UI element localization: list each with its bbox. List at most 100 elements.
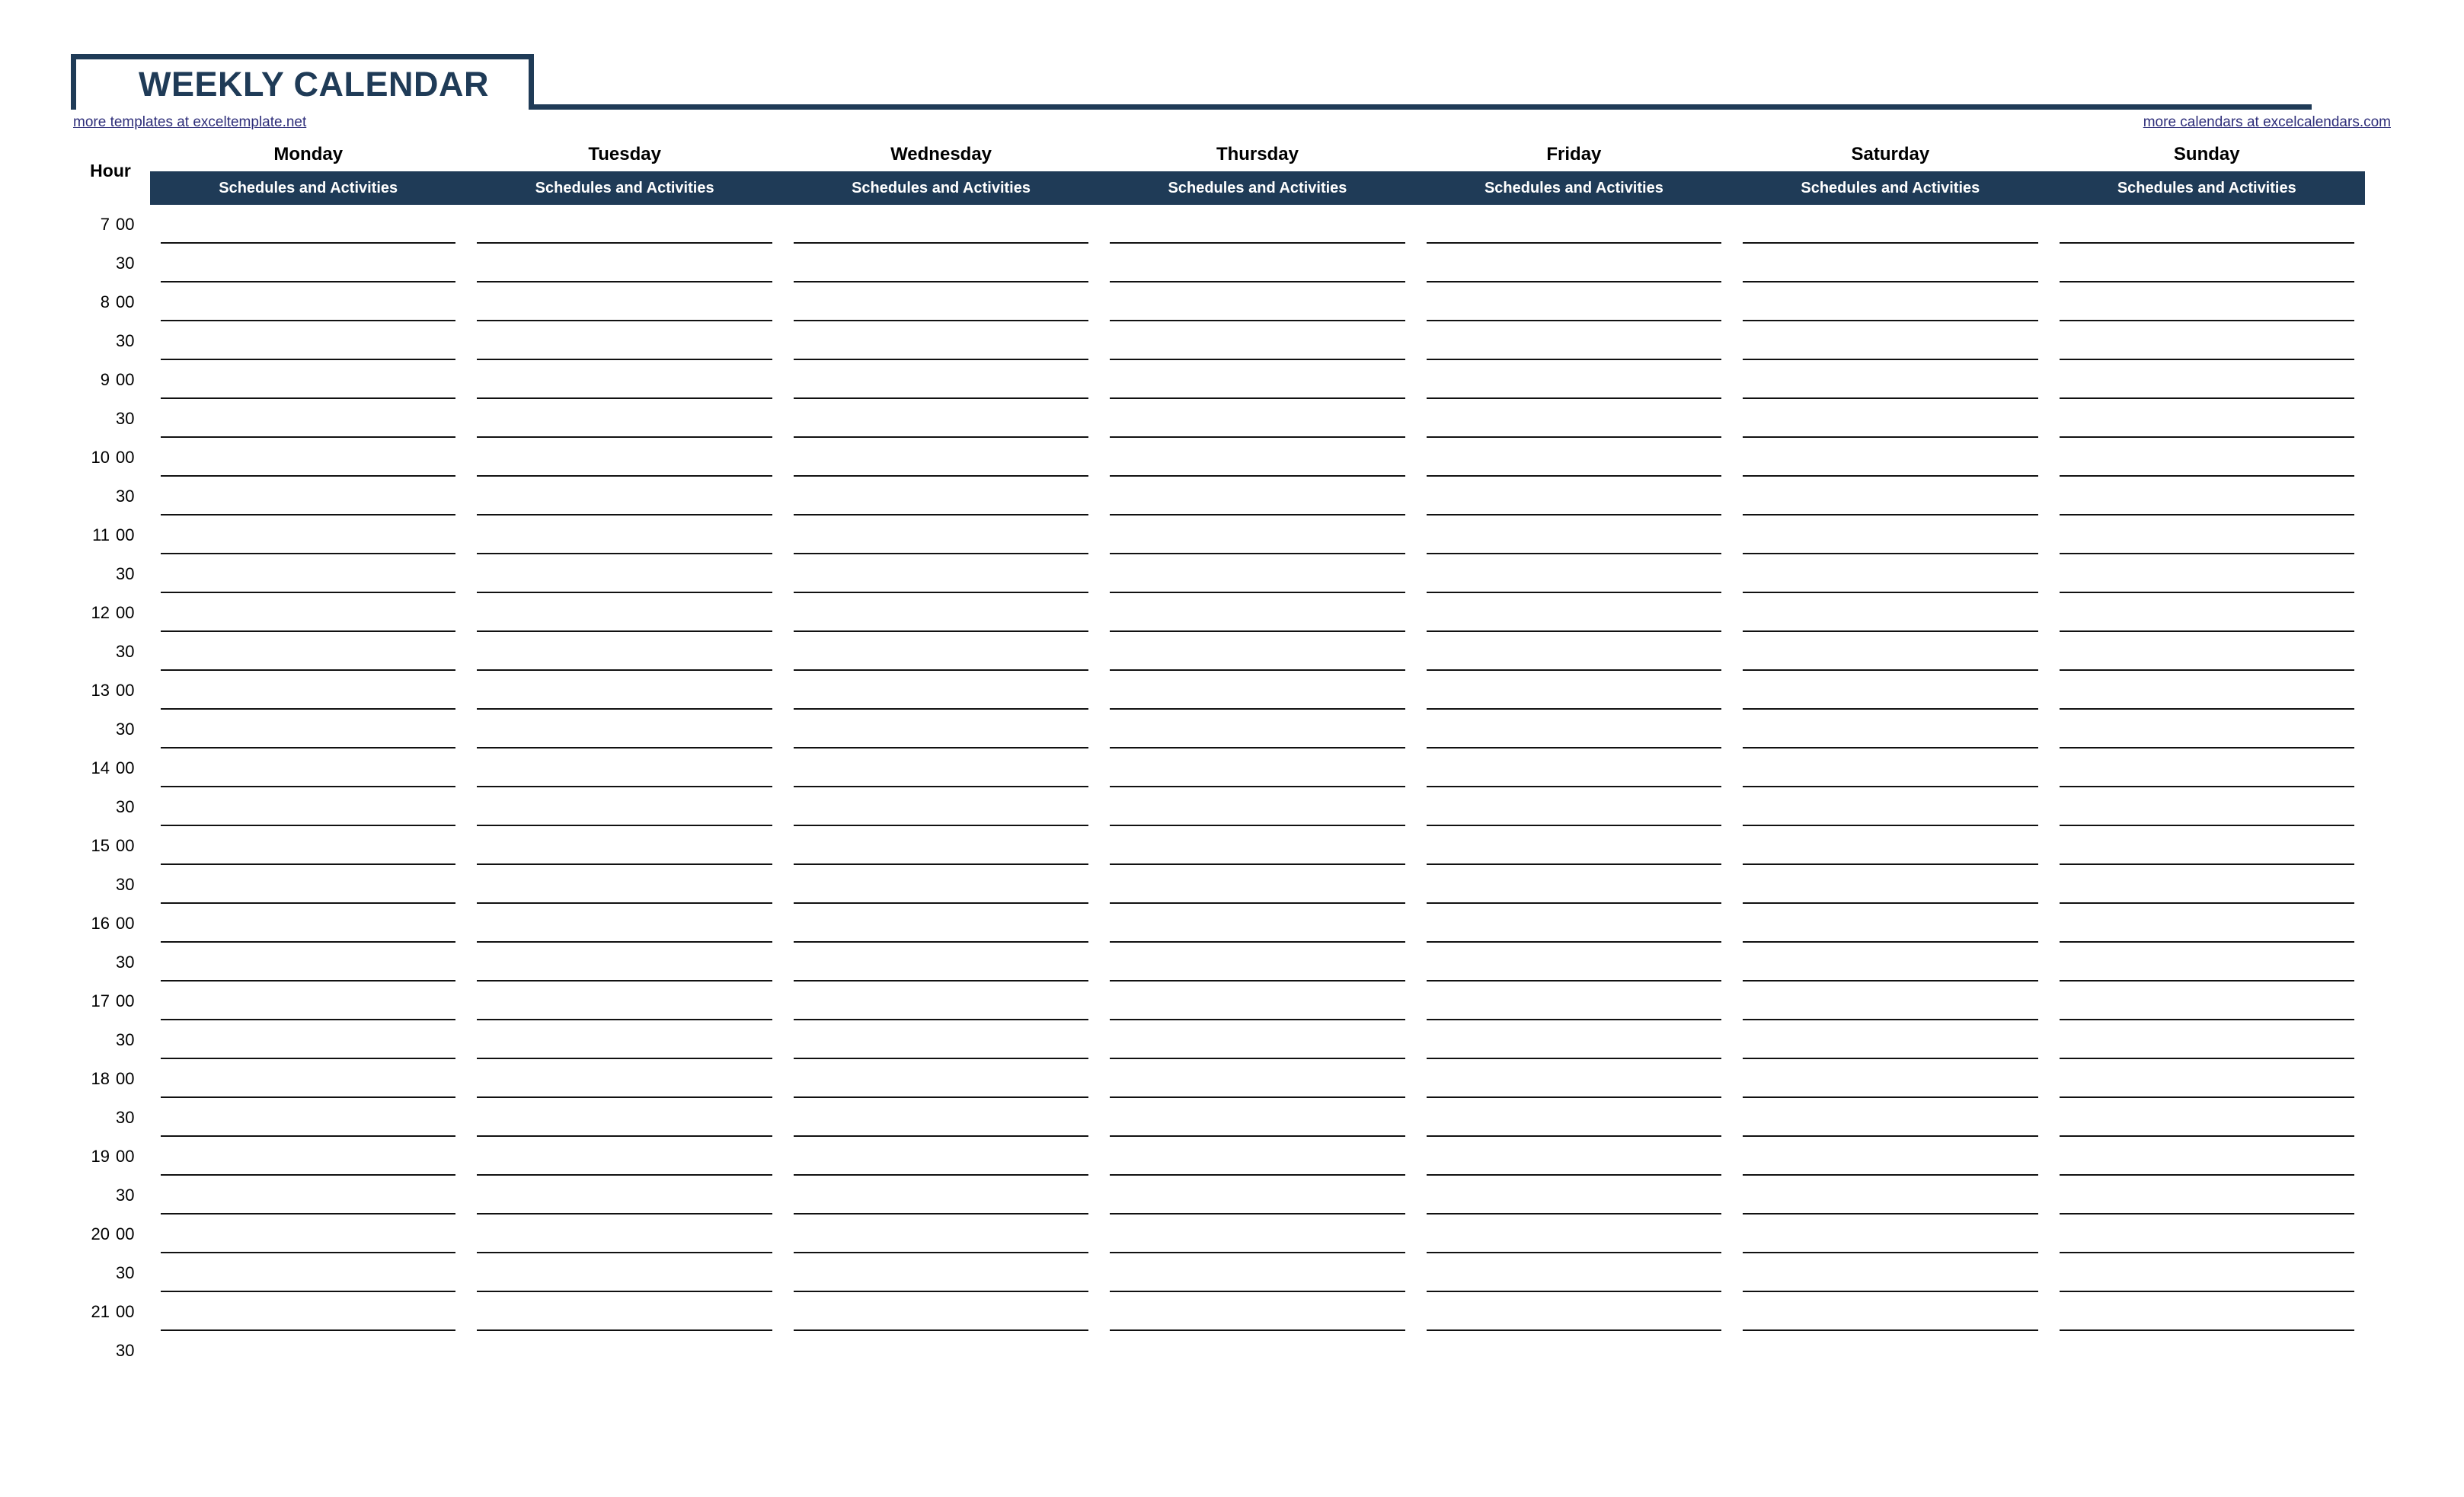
schedule-entry-cell[interactable] bbox=[466, 1059, 783, 1098]
schedule-entry-cell[interactable] bbox=[1099, 554, 1416, 593]
schedule-entry-cell[interactable] bbox=[1415, 321, 1733, 360]
schedule-entry-cell[interactable] bbox=[1099, 826, 1416, 865]
schedule-entry-cell[interactable] bbox=[1099, 1137, 1416, 1176]
schedule-entry-cell[interactable] bbox=[150, 1253, 467, 1292]
schedule-entry-cell[interactable] bbox=[1415, 1020, 1733, 1059]
schedule-entry-cell[interactable] bbox=[466, 826, 783, 865]
schedule-entry-cell[interactable] bbox=[150, 1098, 467, 1137]
schedule-entry-cell[interactable] bbox=[1099, 1253, 1416, 1292]
schedule-entry-cell[interactable] bbox=[1732, 282, 2049, 321]
schedule-entry-cell[interactable] bbox=[1099, 244, 1416, 282]
schedule-entry-cell[interactable] bbox=[782, 1059, 1100, 1098]
schedule-entry-cell[interactable] bbox=[2048, 943, 2365, 982]
schedule-entry-cell[interactable] bbox=[1732, 943, 2049, 982]
schedule-entry-cell[interactable] bbox=[1099, 515, 1416, 554]
schedule-entry-cell[interactable] bbox=[466, 438, 783, 477]
schedule-entry-cell[interactable] bbox=[782, 282, 1100, 321]
schedule-entry-cell[interactable] bbox=[1415, 865, 1733, 904]
schedule-entry-cell[interactable] bbox=[150, 904, 467, 943]
schedule-entry-cell[interactable] bbox=[782, 1215, 1100, 1253]
schedule-entry-cell[interactable] bbox=[782, 943, 1100, 982]
schedule-entry-cell[interactable] bbox=[1732, 826, 2049, 865]
schedule-entry-cell[interactable] bbox=[1099, 787, 1416, 826]
schedule-entry-cell[interactable] bbox=[782, 1020, 1100, 1059]
schedule-entry-cell[interactable] bbox=[782, 1137, 1100, 1176]
schedule-entry-cell[interactable] bbox=[150, 554, 467, 593]
schedule-entry-cell[interactable] bbox=[2048, 515, 2365, 554]
schedule-entry-cell[interactable] bbox=[150, 1292, 467, 1331]
schedule-entry-cell[interactable] bbox=[1732, 321, 2049, 360]
schedule-entry-cell[interactable] bbox=[1732, 438, 2049, 477]
schedule-entry-cell[interactable] bbox=[1732, 399, 2049, 438]
schedule-entry-cell[interactable] bbox=[1099, 205, 1416, 244]
schedule-entry-cell[interactable] bbox=[2048, 632, 2365, 671]
schedule-entry-cell[interactable] bbox=[1415, 554, 1733, 593]
schedule-entry-cell[interactable] bbox=[1415, 515, 1733, 554]
schedule-entry-cell[interactable] bbox=[2048, 477, 2365, 515]
schedule-entry-cell[interactable] bbox=[466, 1292, 783, 1331]
schedule-entry-cell[interactable] bbox=[1099, 477, 1416, 515]
schedule-entry-cell[interactable] bbox=[782, 1253, 1100, 1292]
schedule-entry-cell[interactable] bbox=[2048, 826, 2365, 865]
schedule-entry-cell[interactable] bbox=[1099, 904, 1416, 943]
schedule-entry-cell[interactable] bbox=[2048, 1137, 2365, 1176]
schedule-entry-cell[interactable] bbox=[1732, 982, 2049, 1020]
schedule-entry-cell[interactable] bbox=[150, 1020, 467, 1059]
schedule-entry-cell[interactable] bbox=[1732, 1020, 2049, 1059]
schedule-entry-cell[interactable] bbox=[1099, 399, 1416, 438]
schedule-entry-cell[interactable] bbox=[782, 1331, 1100, 1370]
schedule-entry-cell[interactable] bbox=[150, 593, 467, 632]
schedule-entry-cell[interactable] bbox=[1415, 1137, 1733, 1176]
schedule-entry-cell[interactable] bbox=[150, 1059, 467, 1098]
schedule-entry-cell[interactable] bbox=[1732, 515, 2049, 554]
schedule-entry-cell[interactable] bbox=[2048, 360, 2365, 399]
schedule-entry-cell[interactable] bbox=[1732, 787, 2049, 826]
schedule-entry-cell[interactable] bbox=[1732, 360, 2049, 399]
schedule-entry-cell[interactable] bbox=[782, 554, 1100, 593]
schedule-entry-cell[interactable] bbox=[1732, 244, 2049, 282]
exceltemplate-link[interactable]: more templates at exceltemplate.net bbox=[73, 114, 306, 131]
schedule-entry-cell[interactable] bbox=[782, 710, 1100, 748]
schedule-entry-cell[interactable] bbox=[1732, 1059, 2049, 1098]
schedule-entry-cell[interactable] bbox=[1415, 438, 1733, 477]
schedule-entry-cell[interactable] bbox=[1732, 593, 2049, 632]
schedule-entry-cell[interactable] bbox=[466, 904, 783, 943]
schedule-entry-cell[interactable] bbox=[782, 787, 1100, 826]
schedule-entry-cell[interactable] bbox=[1732, 1253, 2049, 1292]
schedule-entry-cell[interactable] bbox=[150, 1215, 467, 1253]
schedule-entry-cell[interactable] bbox=[782, 360, 1100, 399]
schedule-entry-cell[interactable] bbox=[1732, 1215, 2049, 1253]
schedule-entry-cell[interactable] bbox=[466, 1253, 783, 1292]
schedule-entry-cell[interactable] bbox=[1099, 671, 1416, 710]
schedule-entry-cell[interactable] bbox=[1732, 554, 2049, 593]
schedule-entry-cell[interactable] bbox=[1732, 1098, 2049, 1137]
schedule-entry-cell[interactable] bbox=[782, 748, 1100, 787]
schedule-entry-cell[interactable] bbox=[782, 399, 1100, 438]
schedule-entry-cell[interactable] bbox=[1732, 1331, 2049, 1370]
schedule-entry-cell[interactable] bbox=[1415, 748, 1733, 787]
schedule-entry-cell[interactable] bbox=[1099, 982, 1416, 1020]
schedule-entry-cell[interactable] bbox=[1099, 1292, 1416, 1331]
schedule-entry-cell[interactable] bbox=[150, 982, 467, 1020]
schedule-entry-cell[interactable] bbox=[1415, 1253, 1733, 1292]
schedule-entry-cell[interactable] bbox=[466, 632, 783, 671]
schedule-entry-cell[interactable] bbox=[2048, 1176, 2365, 1215]
schedule-entry-cell[interactable] bbox=[1099, 360, 1416, 399]
schedule-entry-cell[interactable] bbox=[2048, 399, 2365, 438]
schedule-entry-cell[interactable] bbox=[150, 321, 467, 360]
schedule-entry-cell[interactable] bbox=[150, 671, 467, 710]
schedule-entry-cell[interactable] bbox=[782, 865, 1100, 904]
schedule-entry-cell[interactable] bbox=[150, 282, 467, 321]
schedule-entry-cell[interactable] bbox=[1415, 710, 1733, 748]
schedule-entry-cell[interactable] bbox=[2048, 1098, 2365, 1137]
schedule-entry-cell[interactable] bbox=[1415, 360, 1733, 399]
schedule-entry-cell[interactable] bbox=[2048, 787, 2365, 826]
schedule-entry-cell[interactable] bbox=[1415, 1215, 1733, 1253]
schedule-entry-cell[interactable] bbox=[150, 360, 467, 399]
schedule-entry-cell[interactable] bbox=[1415, 477, 1733, 515]
excelcalendars-link[interactable]: more calendars at excelcalendars.com bbox=[2143, 114, 2391, 131]
schedule-entry-cell[interactable] bbox=[466, 1098, 783, 1137]
schedule-entry-cell[interactable] bbox=[1415, 982, 1733, 1020]
schedule-entry-cell[interactable] bbox=[150, 244, 467, 282]
schedule-entry-cell[interactable] bbox=[1732, 1292, 2049, 1331]
